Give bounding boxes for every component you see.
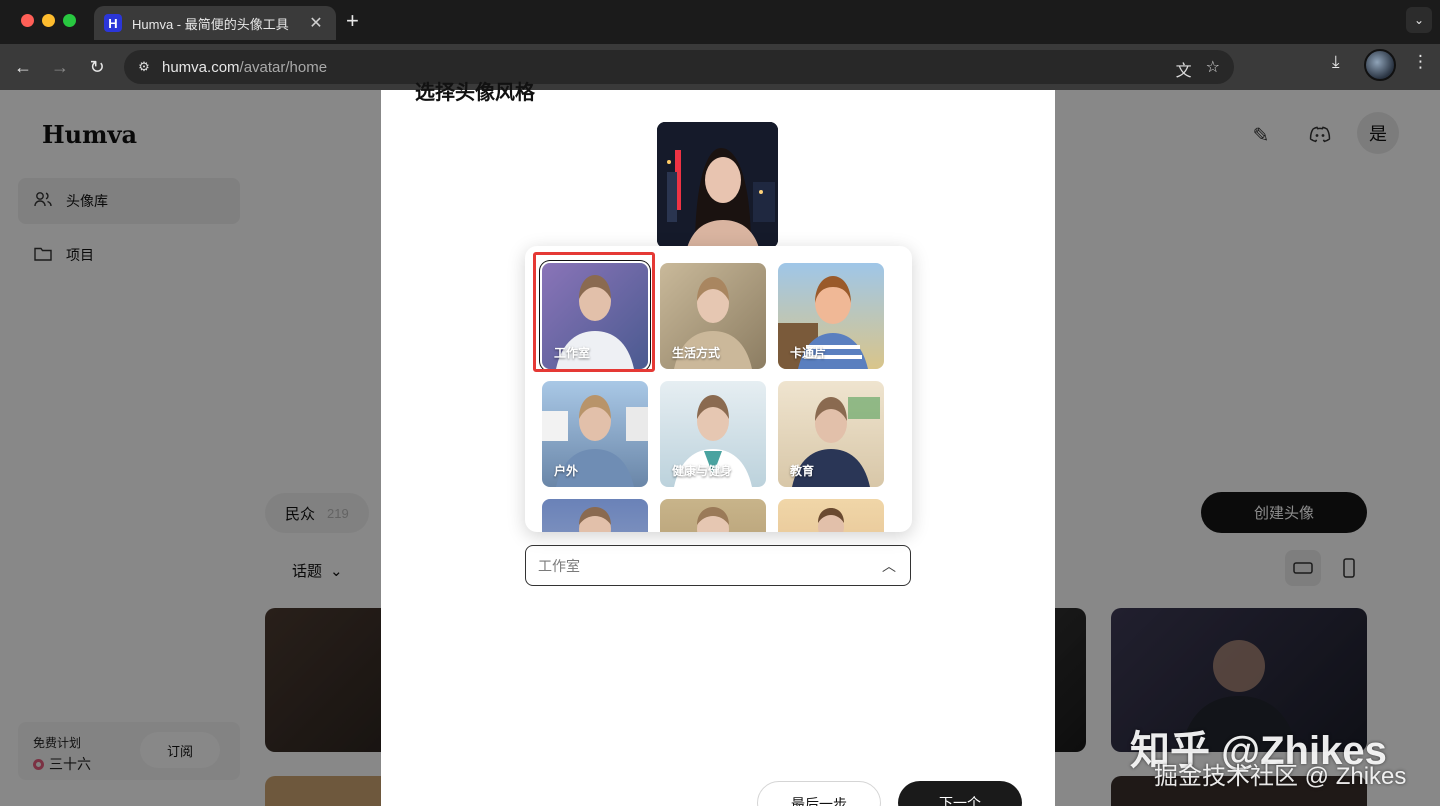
site-settings-icon[interactable]: ⚙ — [134, 57, 154, 77]
style-option-cartoon[interactable]: 卡通片 — [778, 263, 884, 369]
close-window-button[interactable] — [21, 14, 34, 27]
style-option-health-fitness[interactable]: 健康与健身 — [660, 381, 766, 487]
style-label: 工作室 — [554, 346, 591, 360]
browser-tab-bar: H Humva - 最简便的头像工具 ✕ + ⌄ — [0, 0, 1440, 44]
maximize-window-button[interactable] — [63, 14, 76, 27]
style-option[interactable] — [778, 499, 884, 532]
bookmark-star-icon[interactable]: ☆ — [1206, 57, 1220, 81]
download-icon[interactable]: ⤓ — [1332, 52, 1340, 72]
style-label: 生活方式 — [672, 346, 721, 360]
style-label: 卡通片 — [790, 346, 827, 360]
previous-step-button[interactable]: 最后一步 — [757, 781, 881, 806]
modal-title: 选择头像风格 — [415, 82, 535, 104]
new-tab-button[interactable]: + — [346, 10, 359, 32]
style-option[interactable] — [660, 499, 766, 532]
style-dropdown-panel: 工作室 生活方式 卡通片 户外 健康与健身 教育 — [525, 246, 912, 532]
chevron-up-icon: ︿ — [882, 558, 896, 574]
address-bar[interactable]: ⚙ humva.com/avatar/home 文 ☆ — [124, 50, 1234, 84]
translate-icon[interactable]: 文 — [1176, 57, 1192, 81]
style-option-education[interactable]: 教育 — [778, 381, 884, 487]
back-arrow-icon[interactable]: ← — [10, 54, 36, 80]
next-button[interactable]: 下一个 — [898, 781, 1022, 806]
browser-profile-avatar[interactable] — [1364, 49, 1396, 81]
style-picker-modal: 选择头像风格 工作室 生活方式 卡通片 户外 健康与健身 教育 工作室 ︿ 最后… — [381, 82, 1055, 806]
tab-close-icon[interactable]: ✕ — [306, 13, 326, 33]
tab-search-button[interactable]: ⌄ — [1406, 7, 1432, 33]
forward-arrow-icon[interactable]: → — [47, 54, 73, 80]
browser-toolbar: ← → ↻ ⚙ humva.com/avatar/home 文 ☆ ⤓ ⋮ — [0, 44, 1440, 90]
minimize-window-button[interactable] — [42, 14, 55, 27]
avatar-preview-image — [657, 122, 778, 248]
browser-tab[interactable]: H Humva - 最简便的头像工具 ✕ — [94, 6, 336, 40]
style-label: 健康与健身 — [672, 464, 733, 478]
style-label: 户外 — [554, 464, 579, 478]
reload-icon[interactable]: ↻ — [84, 54, 110, 80]
style-option-outdoor[interactable]: 户外 — [542, 381, 648, 487]
style-option-studio[interactable]: 工作室 — [542, 263, 648, 369]
tab-title: Humva - 最简便的头像工具 — [132, 16, 289, 32]
style-label: 教育 — [790, 464, 815, 478]
style-select[interactable]: 工作室 ︿ — [525, 545, 911, 586]
humva-favicon-icon: H — [104, 14, 122, 32]
watermark-juejin: 掘金技术社区 @ Zhikes — [1154, 763, 1407, 790]
style-option-lifestyle[interactable]: 生活方式 — [660, 263, 766, 369]
url-text: humva.com/avatar/home — [162, 58, 328, 76]
style-select-value: 工作室 — [538, 557, 580, 574]
browser-menu-icon[interactable]: ⋮ — [1412, 52, 1429, 72]
style-option[interactable] — [542, 499, 648, 532]
